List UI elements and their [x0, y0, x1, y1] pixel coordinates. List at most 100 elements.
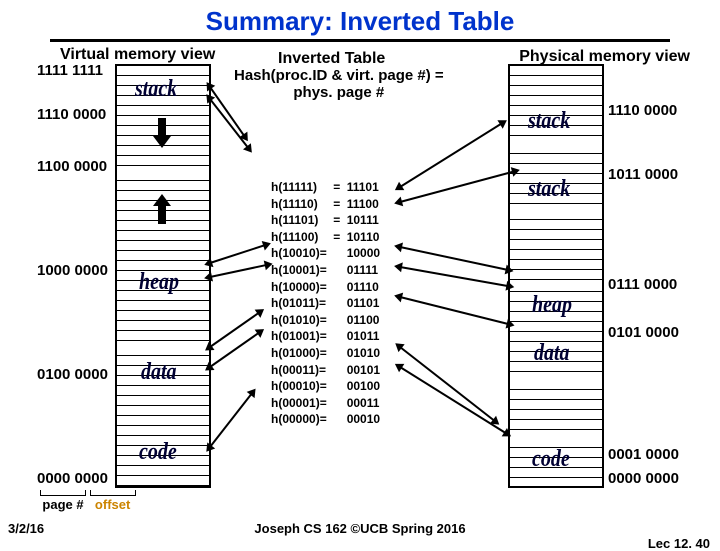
hash-value: 01011: [345, 329, 381, 344]
hash-key: h(01011)=: [270, 296, 329, 311]
hash-equal: [331, 280, 343, 295]
map-arrow-right-5: [400, 296, 509, 325]
diagram-area: Virtual memory view Physical memory view…: [0, 46, 720, 502]
hash-key: h(11100): [270, 230, 329, 245]
hash-key: h(00001)=: [270, 396, 329, 411]
pm-gap-2: [510, 210, 602, 282]
vm-code-label: code: [139, 439, 177, 467]
hash-value: 00100: [345, 379, 381, 394]
hash-key: h(00010)=: [270, 379, 329, 394]
pm-addr-3: 0101 0000: [608, 324, 679, 341]
hash-row: h(00001)= 00011: [270, 396, 381, 411]
hash-equal: [331, 346, 343, 361]
hash-key: h(00011)=: [270, 363, 329, 378]
map-arrow-right-6: [399, 346, 495, 421]
hash-row: h(01000)= 01010: [270, 346, 381, 361]
hash-value: 01100: [345, 313, 381, 328]
hash-row: h(00000)=00010: [270, 412, 381, 427]
hash-value: 11101: [345, 180, 381, 195]
vm-data-label: data: [141, 359, 177, 387]
hash-row: h(11100)=10110: [270, 230, 381, 245]
pm-data-label: data: [534, 340, 570, 368]
hash-row: h(10001)= 01111: [270, 263, 381, 278]
vm-stack-arrow-icon: [158, 118, 166, 138]
hash-row: h(11111)=11101: [270, 180, 381, 195]
hash-value: 01110: [345, 280, 381, 295]
hash-key: h(10001)=: [270, 263, 329, 278]
hash-row: h(01011)=01101: [270, 296, 381, 311]
hash-equal: [331, 246, 343, 261]
hash-mapping-list: h(11111)=11101h(11110)=11100h(11101)=101…: [268, 178, 383, 429]
hash-value: 10110: [345, 230, 381, 245]
title-underline: [50, 39, 670, 42]
map-arrow-left-2: [209, 98, 249, 148]
pm-code-label: code: [532, 446, 570, 474]
pm-stack-label-2: stack: [528, 176, 570, 204]
vm-addr-1: 1110 0000: [37, 106, 106, 123]
map-arrow-right-7: [399, 366, 506, 434]
hash-row: h(10010)= 10000: [270, 246, 381, 261]
footer-date: 3/2/16: [8, 521, 44, 536]
map-arrow-left-4: [210, 264, 267, 278]
hash-value: 00011: [345, 396, 381, 411]
pm-addr-1: 1011 0000: [608, 166, 678, 183]
hash-row: h(00010)= 00100: [270, 379, 381, 394]
vm-gap-3: [117, 321, 209, 346]
hash-equal: =: [331, 230, 343, 245]
hash-equal: =: [331, 213, 343, 228]
page-label: page #: [42, 497, 83, 512]
hash-key: h(10000)=: [270, 280, 329, 295]
hash-equal: =: [331, 180, 343, 195]
hash-row: h(01010)= 01100: [270, 313, 381, 328]
hash-equal: [331, 296, 343, 311]
vm-addr-4: 0100 0000: [37, 366, 108, 383]
hash-key: h(11111): [270, 180, 329, 195]
hash-value: 11100: [345, 197, 381, 212]
map-arrow-left-3: [210, 244, 266, 264]
vm-addr-0: 1111 1111: [37, 62, 103, 79]
pm-addr-4: 0001 0000: [608, 446, 679, 463]
vm-addr-2: 1100 0000: [37, 158, 107, 175]
hash-equal: [331, 329, 343, 344]
pm-gap-0: [510, 66, 602, 106]
hash-key: h(11101): [270, 213, 329, 228]
map-arrow-left-6: [209, 332, 259, 368]
hash-key: h(01000)=: [270, 346, 329, 361]
hash-value: 00010: [345, 412, 381, 427]
hash-value: 01111: [345, 263, 381, 278]
hash-description: Hash(proc.ID & virt. page #) = phys. pag…: [234, 68, 444, 101]
vm-stack-label: stack: [135, 76, 177, 104]
vm-heap-arrow-icon: [158, 204, 166, 224]
pm-heap-label: heap: [532, 292, 572, 320]
footer-lecture: Lec 12. 40: [648, 536, 710, 551]
hash-equal: [331, 379, 343, 394]
map-arrow-right-3: [400, 246, 508, 271]
hash-value: 00101: [345, 363, 381, 378]
vm-gap-4: [117, 406, 209, 426]
hash-row: h(01001)= 01011: [270, 329, 381, 344]
hash-value: 10000: [345, 246, 381, 261]
inverted-table-header: Inverted Table: [278, 50, 385, 68]
hash-key: h(10010)=: [270, 246, 329, 261]
hash-row: h(11110)=11100: [270, 197, 381, 212]
hash-equal: [331, 363, 343, 378]
hash-value: 01010: [345, 346, 381, 361]
map-arrow-right-4: [400, 266, 509, 287]
hash-row: h(00011)= 00101: [270, 363, 381, 378]
pm-addr-2: 0111 0000: [608, 276, 677, 293]
vm-addr-5: 0000 0000: [37, 470, 108, 487]
vm-heap-label: heap: [139, 269, 179, 297]
page-title: Summary: Inverted Table: [0, 0, 720, 37]
pm-gap-1: [510, 144, 602, 174]
hash-key: h(01010)=: [270, 313, 329, 328]
hash-equal: [331, 412, 343, 427]
hash-key: h(01001)=: [270, 329, 329, 344]
hash-key: h(11110): [270, 197, 329, 212]
pm-addr-5: 0000 0000: [608, 470, 679, 487]
offset-label: offset: [95, 497, 130, 512]
map-arrow-left-7: [209, 393, 252, 448]
footer: 3/2/16 Joseph CS 162 ©UCB Spring 2016 Le…: [0, 521, 720, 536]
hash-equal: [331, 313, 343, 328]
physical-memory-column: stack stack heap data code: [508, 64, 604, 488]
footer-course: Joseph CS 162 ©UCB Spring 2016: [0, 521, 720, 536]
